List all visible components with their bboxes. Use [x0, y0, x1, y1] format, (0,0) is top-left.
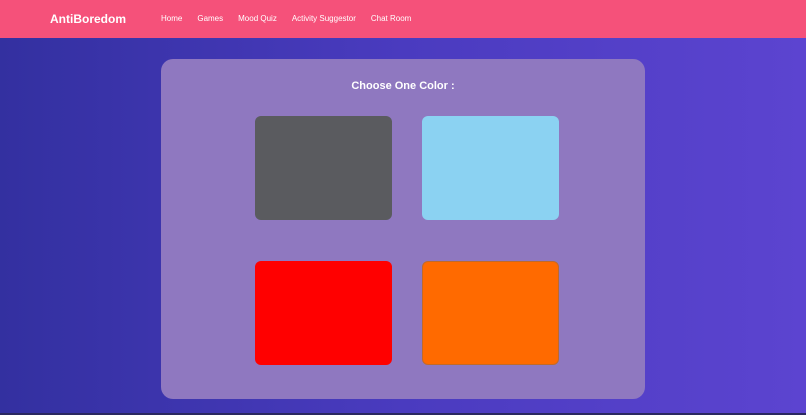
nav-link-games[interactable]: Games: [197, 14, 223, 24]
nav-links: Home Games Mood Quiz Activity Suggestor …: [161, 14, 426, 24]
top-navbar: AntiBoredom Home Games Mood Quiz Activit…: [0, 0, 806, 38]
color-swatch-orange[interactable]: [422, 261, 559, 365]
color-swatch-dark-gray[interactable]: [255, 116, 392, 220]
color-choice-card: Choose One Color :: [161, 59, 645, 399]
color-swatch-red[interactable]: [255, 261, 392, 365]
nav-link-home[interactable]: Home: [161, 14, 182, 24]
nav-link-activity-suggestor[interactable]: Activity Suggestor: [292, 14, 356, 24]
color-swatch-light-blue[interactable]: [422, 116, 559, 220]
card-title: Choose One Color :: [351, 80, 455, 92]
nav-link-mood-quiz[interactable]: Mood Quiz: [238, 14, 277, 24]
brand-logo[interactable]: AntiBoredom: [50, 12, 126, 26]
nav-link-chat-room[interactable]: Chat Room: [371, 14, 411, 24]
